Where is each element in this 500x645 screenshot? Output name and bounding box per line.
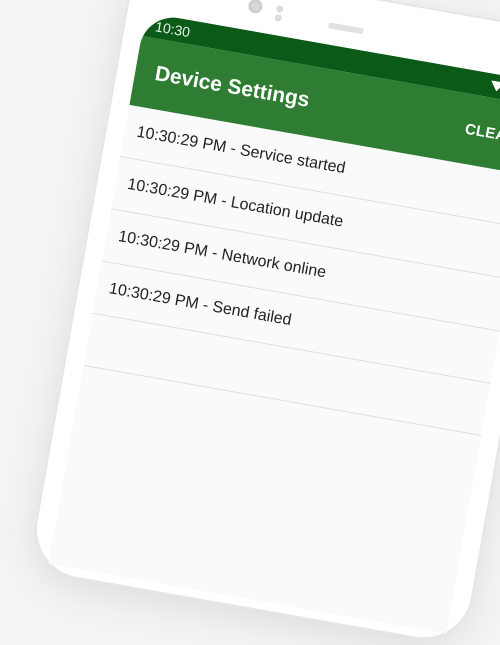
- light-sensor: [274, 13, 283, 22]
- earpiece-speaker: [327, 22, 365, 35]
- clear-button[interactable]: CLEAR: [464, 120, 500, 146]
- scene: 10:30 Device Settings CLEAR 10:30:29 PM …: [0, 0, 500, 645]
- phone-frame: 10:30 Device Settings CLEAR 10:30:29 PM …: [29, 0, 500, 645]
- status-time: 10:30: [154, 18, 192, 41]
- page-title: Device Settings: [153, 62, 312, 112]
- proximity-sensor: [275, 4, 284, 14]
- front-camera: [247, 0, 264, 15]
- status-icons: [489, 79, 500, 97]
- screen: 10:30 Device Settings CLEAR 10:30:29 PM …: [48, 12, 500, 634]
- wifi-icon: [489, 80, 500, 93]
